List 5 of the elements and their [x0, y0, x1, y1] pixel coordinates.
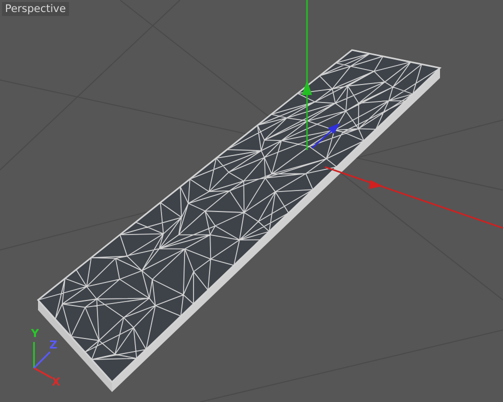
gizmo-axis-label: Y [31, 327, 39, 340]
z-axis-arrow [312, 123, 340, 149]
gizmo-axis-label: Z [49, 338, 58, 352]
gizmo-axis-label: X [52, 376, 60, 388]
viewport-title: Perspective [2, 2, 69, 16]
